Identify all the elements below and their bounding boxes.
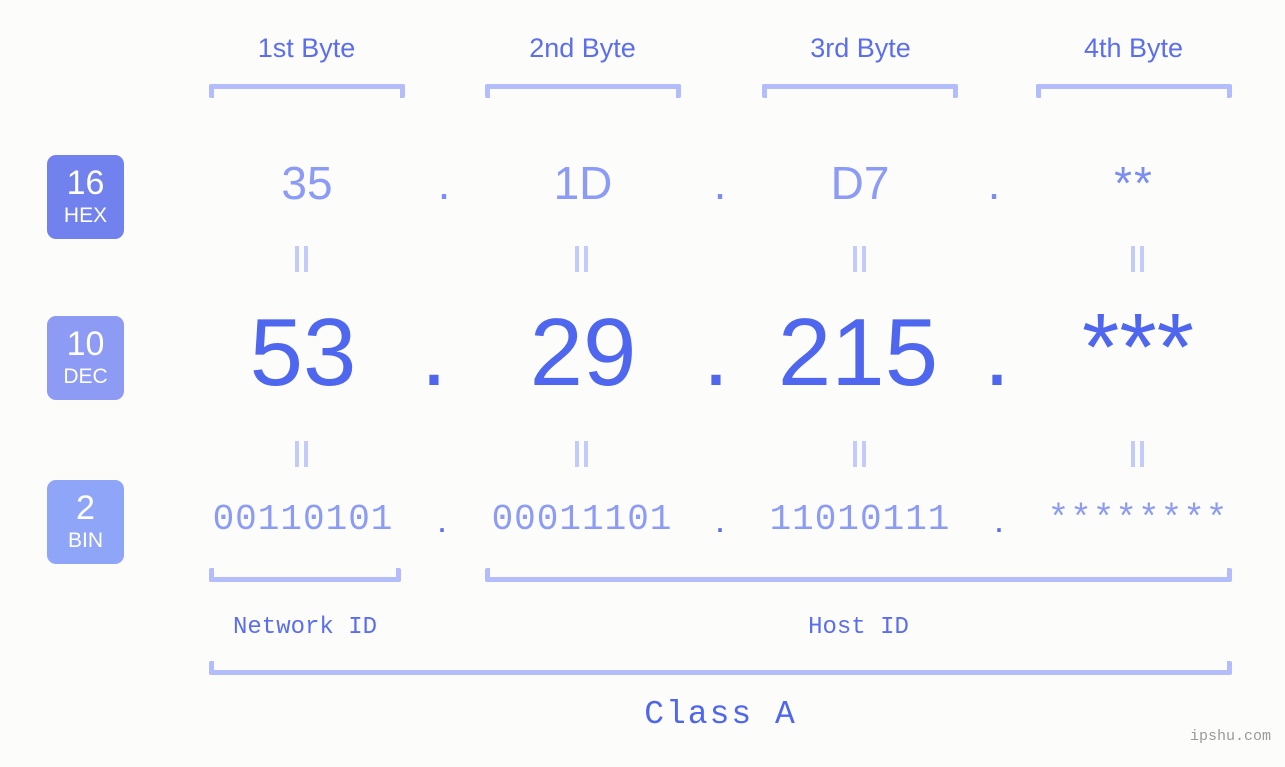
equality-mark-dec-bin-2: [573, 441, 589, 467]
hex-byte-3: D7: [830, 157, 890, 209]
byte-bracket-2: [485, 84, 681, 98]
base-badge-hex-number: 16: [66, 163, 105, 202]
bin-separator-3: .: [993, 499, 1004, 540]
dec-byte-1: 53: [249, 299, 357, 406]
bin-byte-1: 00110101: [212, 499, 394, 540]
equality-mark-hex-dec-3: [851, 246, 867, 272]
dec-byte-4: ***: [1081, 294, 1195, 401]
dec-separator-3: .: [983, 299, 1011, 406]
site-watermark: ipshu.com: [1189, 728, 1271, 745]
equality-mark-dec-bin-3: [851, 441, 867, 467]
base-badge-dec-name: DEC: [63, 365, 108, 389]
bin-byte-4: ********: [1047, 499, 1229, 540]
class-label: Class A: [644, 696, 797, 733]
host-id-label: Host ID: [808, 614, 909, 641]
byte-bracket-1: [209, 84, 405, 98]
hex-byte-4: **: [1114, 157, 1154, 209]
byte-header-4: 4th Byte: [1083, 33, 1184, 63]
bin-byte-3: 11010111: [769, 499, 951, 540]
base-badge-hex: 16 HEX: [47, 155, 124, 239]
byte-bracket-4: [1036, 84, 1232, 98]
host-id-bracket: [485, 568, 1232, 582]
ip-address-breakdown-diagram: 1st Byte 2nd Byte 3rd Byte 4th Byte 16 H…: [0, 0, 1285, 767]
class-bracket: [209, 661, 1232, 675]
bin-separator-1: .: [436, 499, 447, 540]
equality-mark-dec-bin-4: [1129, 441, 1145, 467]
base-badge-dec-number: 10: [66, 324, 105, 363]
byte-header-2: 2nd Byte: [529, 33, 636, 63]
hex-separator-2: .: [713, 157, 727, 209]
equality-mark-hex-dec-4: [1129, 246, 1145, 272]
network-id-label: Network ID: [232, 614, 378, 641]
dec-separator-2: .: [702, 299, 730, 406]
base-badge-dec: 10 DEC: [47, 316, 124, 400]
hex-byte-1: 35: [281, 157, 333, 209]
byte-header-3: 3rd Byte: [810, 33, 911, 63]
base-badge-hex-name: HEX: [63, 204, 108, 228]
dec-byte-3: 215: [777, 299, 939, 406]
equality-mark-hex-dec-2: [573, 246, 589, 272]
base-badge-bin: 2 BIN: [47, 480, 124, 564]
equality-mark-dec-bin-1: [293, 441, 309, 467]
equality-mark-hex-dec-1: [293, 246, 309, 272]
bin-byte-2: 00011101: [491, 499, 673, 540]
base-badge-bin-name: BIN: [67, 529, 103, 553]
hex-separator-3: .: [987, 157, 1001, 209]
bin-separator-2: .: [714, 499, 725, 540]
dec-separator-1: .: [420, 299, 448, 406]
hex-separator-1: .: [437, 157, 451, 209]
byte-header-1: 1st Byte: [257, 33, 356, 63]
network-id-bracket: [209, 568, 401, 582]
byte-bracket-3: [762, 84, 958, 98]
base-badge-bin-number: 2: [76, 488, 95, 527]
dec-byte-2: 29: [529, 299, 637, 406]
hex-byte-2: 1D: [553, 157, 613, 209]
